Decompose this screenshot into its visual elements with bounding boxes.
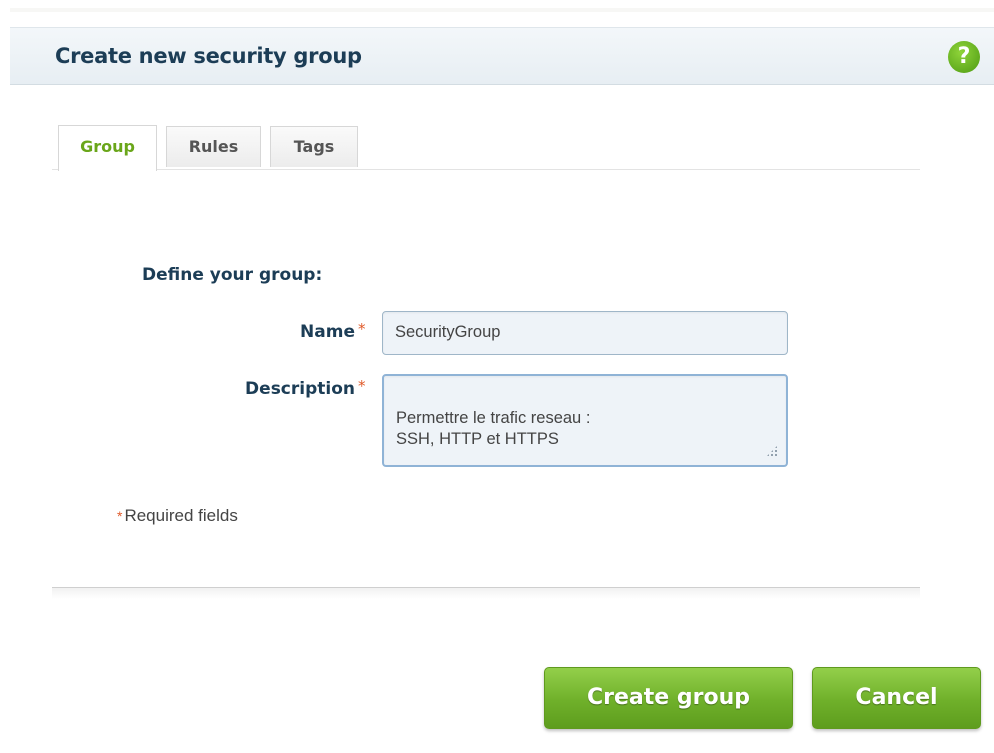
- tab-group[interactable]: Group: [58, 125, 157, 171]
- create-group-button[interactable]: Create group: [544, 667, 793, 729]
- cancel-button[interactable]: Cancel: [812, 667, 981, 729]
- required-fields-note: * Required fields: [117, 506, 238, 526]
- name-input[interactable]: SecurityGroup: [382, 311, 788, 355]
- name-required-star: *: [358, 320, 366, 338]
- required-note-text: Required fields: [124, 506, 238, 525]
- required-note-star: *: [117, 508, 123, 524]
- top-strip: [10, 8, 994, 12]
- dialog-title: Create new security group: [55, 44, 362, 68]
- section-title: Define your group:: [142, 265, 323, 285]
- description-text: Permettre le trafic reseau : SSH, HTTP e…: [396, 409, 591, 448]
- description-label: Description: [245, 379, 355, 399]
- tab-bar: Group Rules Tags: [52, 125, 920, 171]
- tab-tags[interactable]: Tags: [270, 126, 358, 167]
- name-label: Name: [300, 322, 355, 342]
- description-textarea[interactable]: Permettre le trafic reseau : SSH, HTTP e…: [382, 374, 788, 467]
- help-icon[interactable]: ?: [948, 41, 980, 73]
- description-required-star: *: [358, 377, 366, 395]
- dialog-header: Create new security group ?: [10, 27, 994, 85]
- resize-grip-icon[interactable]: [766, 445, 778, 457]
- tab-rules[interactable]: Rules: [166, 126, 261, 167]
- divider: [52, 587, 920, 599]
- create-security-group-dialog: Create new security group ? Group Rules …: [0, 0, 994, 753]
